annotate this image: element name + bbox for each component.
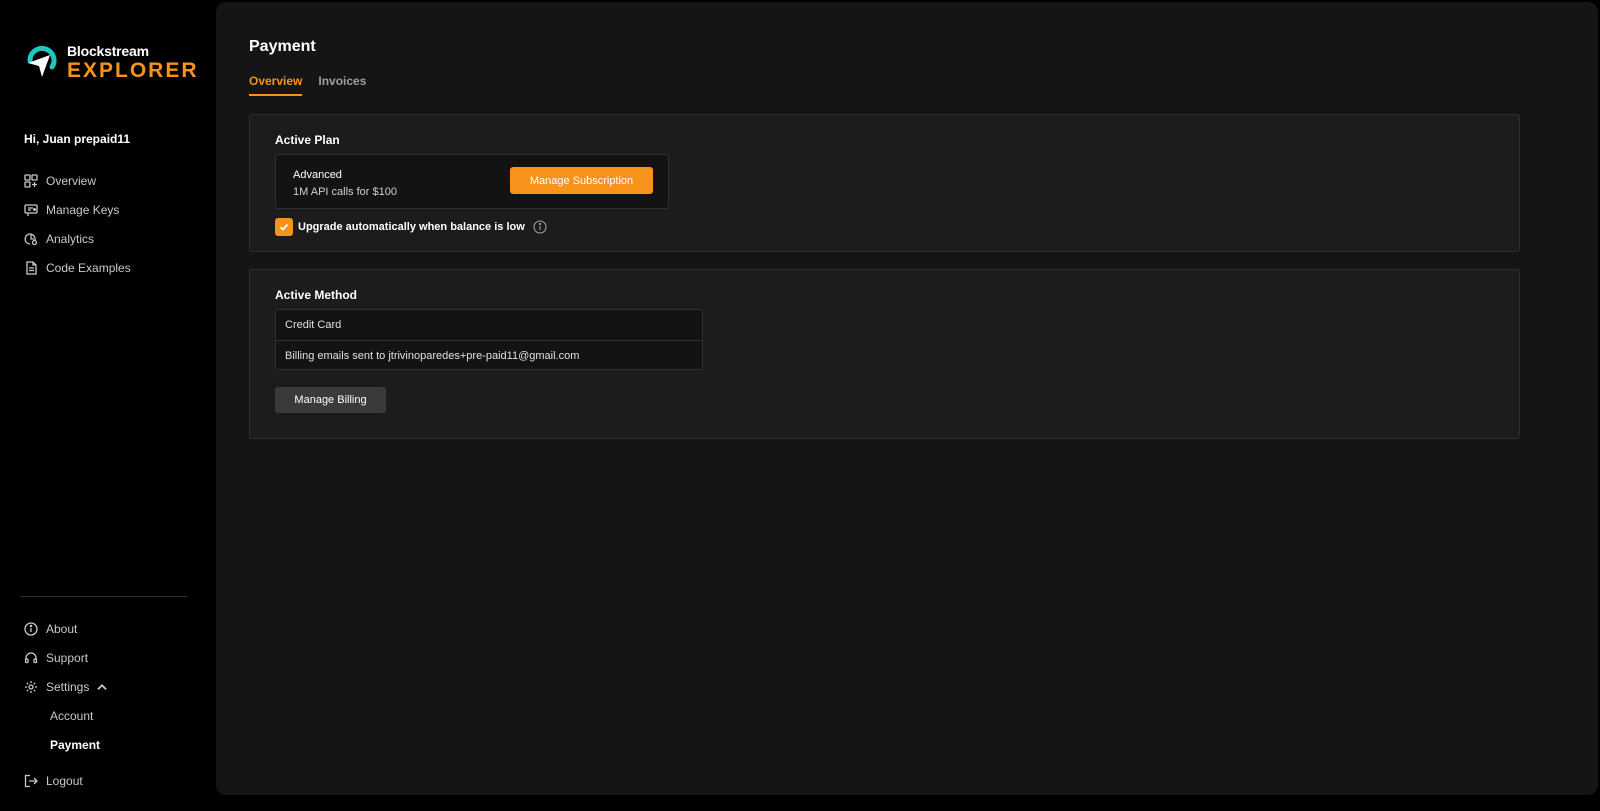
- sidebar-item-support[interactable]: Support: [24, 643, 194, 672]
- user-greeting: Hi, Juan prepaid11: [24, 132, 131, 146]
- sidebar-item-settings[interactable]: Settings: [24, 672, 194, 701]
- main-panel: Payment Overview Invoices Active Plan Ad…: [216, 2, 1598, 795]
- logo[interactable]: Blockstream EXPLORER: [24, 43, 199, 82]
- info-icon: [24, 621, 38, 636]
- sidebar-subitem-payment[interactable]: Payment: [24, 730, 194, 759]
- logout-button[interactable]: Logout: [24, 766, 83, 795]
- sidebar-item-manage-keys[interactable]: Manage Keys: [24, 195, 194, 224]
- auto-upgrade-label: Upgrade automatically when balance is lo…: [298, 221, 525, 233]
- tab-bar: Overview Invoices: [249, 74, 382, 96]
- blockstream-logo-icon: [27, 45, 57, 77]
- sidebar-item-label: Overview: [46, 173, 97, 188]
- active-plan-card: Active Plan Advanced 1M API calls for $1…: [249, 114, 1520, 252]
- payment-method-type: Credit Card: [285, 319, 342, 331]
- info-icon[interactable]: [533, 220, 547, 234]
- plan-description: 1M API calls for $100: [293, 186, 397, 198]
- sidebar-item-label: Analytics: [46, 231, 95, 246]
- page-title: Payment: [249, 38, 316, 55]
- tab-invoices[interactable]: Invoices: [318, 74, 366, 96]
- sidebar-item-label: About: [46, 621, 78, 636]
- billing-email-info: Billing emails sent to jtrivinoparedes+p…: [276, 340, 702, 370]
- sidebar-item-label: Manage Keys: [46, 202, 120, 217]
- active-method-heading: Active Method: [275, 288, 358, 302]
- plan-name: Advanced: [293, 169, 342, 181]
- logout-icon: [24, 774, 38, 787]
- sidebar-item-about[interactable]: About: [24, 614, 194, 643]
- manage-billing-button[interactable]: Manage Billing: [275, 387, 386, 413]
- active-method-card: Active Method Credit Card Billing emails…: [249, 269, 1520, 439]
- sidebar-subitem-account[interactable]: Account: [24, 701, 194, 730]
- brand-name: Blockstream: [67, 43, 149, 59]
- tab-overview[interactable]: Overview: [249, 74, 303, 96]
- headset-icon: [24, 651, 38, 663]
- active-plan-heading: Active Plan: [275, 133, 340, 147]
- key-icon: [24, 203, 38, 216]
- sidebar-item-analytics[interactable]: Analytics: [24, 224, 194, 253]
- brand-product: EXPLORER: [67, 59, 199, 82]
- document-icon: [26, 260, 37, 275]
- grid-plus-icon: [24, 173, 38, 188]
- sidebar-item-label: Settings: [46, 679, 90, 694]
- chevron-up-icon[interactable]: [95, 680, 109, 694]
- analytics-icon: [24, 232, 38, 245]
- sidebar-item-overview[interactable]: Overview: [24, 166, 194, 195]
- auto-upgrade-checkbox[interactable]: [275, 218, 293, 236]
- gear-icon: [25, 680, 37, 693]
- sidebar-bottom-nav: About Support Settings Account Payment: [24, 614, 194, 759]
- auto-upgrade-row: Upgrade automatically when balance is lo…: [275, 218, 547, 236]
- sidebar-item-code-examples[interactable]: Code Examples: [24, 253, 194, 282]
- manage-subscription-button[interactable]: Manage Subscription: [510, 167, 653, 194]
- sidebar-item-label: Support: [46, 650, 89, 665]
- app-root: Blockstream EXPLORER Hi, Juan prepaid11 …: [0, 0, 1600, 811]
- payment-method-details: Credit Card Billing emails sent to jtriv…: [275, 309, 703, 370]
- sidebar: Blockstream EXPLORER Hi, Juan prepaid11 …: [0, 0, 216, 811]
- sidebar-divider: [20, 596, 187, 597]
- sidebar-item-label: Code Examples: [46, 260, 131, 275]
- sidebar-nav: Overview Manage Keys Analytics Code Exam…: [24, 166, 194, 282]
- plan-summary: Advanced 1M API calls for $100 Manage Su…: [275, 154, 669, 209]
- check-icon: [279, 223, 289, 231]
- logout-label: Logout: [46, 773, 83, 788]
